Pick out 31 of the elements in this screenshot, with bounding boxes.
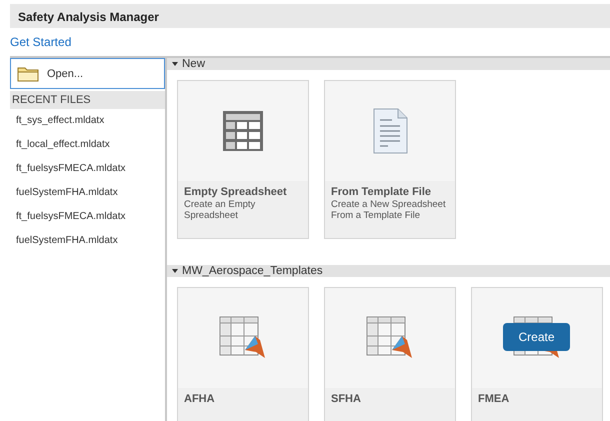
template-icon: [219, 316, 267, 360]
create-button[interactable]: Create: [503, 323, 570, 351]
card-description: Create an Empty Spreadsheet: [184, 200, 256, 222]
recent-file-item[interactable]: fuelSystemFHA.mldatx: [10, 229, 165, 253]
template-card[interactable]: SFHA: [324, 287, 456, 421]
tab[interactable]: Get Started: [10, 35, 72, 49]
card-title: SFHA: [331, 393, 362, 405]
recent-file-item[interactable]: ft_fuelsysFMECA.mldatx: [10, 157, 165, 181]
recent-file-item[interactable]: ft_sys_effect.mldatx: [10, 109, 165, 133]
section-header[interactable]: New: [167, 58, 610, 70]
card-title: FMEA: [478, 393, 510, 405]
caret-icon: [172, 62, 178, 66]
card-title: From Template File: [331, 186, 432, 198]
card-title: AFHA: [184, 393, 216, 405]
template-card[interactable]: AFHA: [177, 287, 309, 421]
recent-file-item[interactable]: fuelSystemFHA.mldatx: [10, 181, 165, 205]
card-description: Create a New Spreadsheet From a Template File: [331, 200, 447, 222]
recent-files-header: RECENT FILES: [10, 91, 165, 109]
template-card[interactable]: Empty Spreadsheet Create an Empty Spreadsheet: [177, 80, 309, 239]
recent-file-item[interactable]: ft_fuelsysFMECA.mldatx: [10, 205, 165, 229]
section-header[interactable]: MW_Aerospace_Templates: [167, 265, 610, 277]
card-title: Empty Spreadsheet: [184, 186, 288, 198]
open-button[interactable]: Open...: [10, 58, 165, 89]
recent-file-item[interactable]: ft_local_effect.mldatx: [10, 133, 165, 157]
spreadsheet-icon: [222, 110, 264, 152]
window-title: Safety Analysis Manager: [10, 4, 610, 28]
template-icon: [366, 316, 414, 360]
template-card[interactable]: From Template File Create a New Spreadsheet From a Template File: [324, 80, 456, 239]
template-card[interactable]: FMEA Create: [471, 287, 603, 421]
caret-icon: [172, 269, 178, 273]
folder-icon: [17, 66, 39, 82]
